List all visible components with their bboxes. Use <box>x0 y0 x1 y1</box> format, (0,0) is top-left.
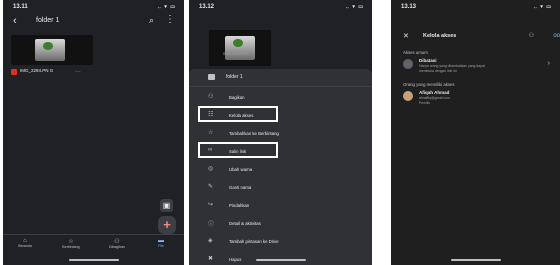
star-icon: ☆ <box>208 130 214 136</box>
file-info-row: IMG_2294.PN G … <box>11 68 93 83</box>
person-row[interactable]: Afiqah Ahmad afmaffiq@gmail.com Pemilik <box>403 90 552 108</box>
menu-label: Ganti nama <box>229 185 252 190</box>
section-label-people: Orang yang memiliki akses <box>403 82 455 87</box>
folder-icon <box>208 74 215 80</box>
search-icon[interactable]: ⌕ <box>149 15 154 26</box>
file-thumbnail <box>11 35 93 65</box>
access-level: Dibatasi <box>419 58 437 63</box>
add-person-icon[interactable]: ⚇ <box>529 32 534 39</box>
access-description: Hanya orang yang ditambahkan yang dapat <box>419 64 485 68</box>
nav-item-dibagikan[interactable]: ⚇ Dibagikan <box>99 238 135 249</box>
nav-item-file[interactable]: ▬ File <box>143 238 179 248</box>
status-bar: 13.13 ‥ ▾ ▭ <box>399 4 552 12</box>
section-label-general-access: Akses umum <box>403 50 428 55</box>
menu-label: Bagikan <box>229 95 245 100</box>
person-name: Afiqah Ahmad <box>419 90 450 95</box>
file-name: IMG_2294.PN G <box>20 68 54 73</box>
move-icon: ↪ <box>208 202 214 208</box>
page-title: Kelola akses <box>423 33 457 39</box>
status-icons: ‥ ▾ ▭ <box>157 4 176 10</box>
page-title: folder 1 <box>36 17 60 24</box>
status-time: 13.13 <box>401 4 417 10</box>
menu-item-berbintang[interactable]: ☆ Tambahkan ke Berbintang <box>189 125 372 143</box>
access-description-line2: membuka dengan link ini <box>419 68 457 73</box>
highlight-box-salin-link <box>198 142 278 158</box>
menu-label: Tambahkan ke Berbintang <box>229 131 279 136</box>
highlight-box-kelola-akses <box>198 106 278 122</box>
menu-label: Detail & aktivitas <box>229 221 261 226</box>
status-time: 13.11 <box>13 4 28 10</box>
new-button[interactable]: + <box>158 216 176 234</box>
scan-button[interactable]: ▣ <box>160 199 173 212</box>
pencil-icon: ✎ <box>208 184 214 190</box>
share-icon: ⚇ <box>208 94 214 100</box>
top-app-bar: ‹ folder 1 ⌕ ⋮ <box>3 14 184 30</box>
file-name: IMG_2294.PN <box>223 51 249 56</box>
home-indicator <box>68 259 119 261</box>
image-preview <box>35 39 65 61</box>
file-card[interactable]: IMG_2294.PN G … <box>11 35 93 85</box>
menu-label: Hapus <box>229 257 242 262</box>
phone-screen-manage-access: 13.13 ‥ ▾ ▭ ✕ Kelola akses ⚇ oo Akses um… <box>391 0 560 265</box>
lock-icon <box>403 59 413 69</box>
person-email: afmaffiq@gmail.com <box>419 96 450 100</box>
chevron-right-icon: › <box>547 60 550 67</box>
general-access-row[interactable]: Dibatasi Hanya orang yang ditambahkan ya… <box>403 58 552 76</box>
image-preview <box>225 36 255 60</box>
home-indicator <box>450 259 501 261</box>
sheet-header: folder 1 <box>189 69 372 87</box>
back-arrow-icon[interactable]: ‹ <box>13 15 17 27</box>
menu-item-ganti-nama[interactable]: ✎ Ganti nama <box>189 179 372 197</box>
star-icon: ☆ <box>68 239 74 245</box>
drive-shortcut-icon: ◈ <box>208 238 213 244</box>
status-bar: 13.11 ‥ ▾ ▭ <box>11 4 176 12</box>
file-more-icon[interactable]: … <box>75 68 81 74</box>
menu-item-detail[interactable]: ⓘ Detail & aktivitas <box>189 215 372 233</box>
nav-item-berbintang[interactable]: ☆ Berbintang <box>53 238 89 249</box>
status-bar: 13.12 ‥ ▾ ▭ <box>197 4 364 12</box>
menu-label: Tambah pintasan ke Drive <box>229 239 279 244</box>
bottom-navigation: ⌂ Beranda ☆ Berbintang ⚇ Dibagikan ▬ Fil… <box>3 234 184 254</box>
people-icon: ⚇ <box>114 239 120 245</box>
palette-icon: ◎ <box>208 166 214 172</box>
home-indicator <box>255 259 306 261</box>
avatar <box>403 91 413 101</box>
info-icon: ⓘ <box>208 222 215 228</box>
menu-item-tambah-pintasan[interactable]: ◈ Tambah pintasan ke Drive <box>189 233 372 251</box>
top-app-bar: ✕ Kelola akses ⚇ oo <box>391 32 560 44</box>
delete-icon: ✖ <box>208 256 214 262</box>
menu-item-bagikan[interactable]: ⚇ Bagikan <box>189 89 372 107</box>
menu-item-ubah-warna[interactable]: ◎ Ubah warna <box>189 161 372 179</box>
phone-screen-menu: 13.12 ‥ ▾ ▭ IMG_2294.PN folder 1 ⚇ Bagik… <box>189 0 372 265</box>
sheet-title: folder 1 <box>226 74 243 80</box>
image-file-icon <box>11 69 17 75</box>
file-thumbnail <box>209 30 271 66</box>
person-role: Pemilik <box>419 100 430 105</box>
truncated-action[interactable]: oo <box>553 33 560 39</box>
menu-label: Ubah warna <box>229 167 253 172</box>
status-time: 13.12 <box>199 4 215 10</box>
nav-item-beranda[interactable]: ⌂ Beranda <box>7 238 43 248</box>
bottom-sheet-menu: folder 1 ⚇ Bagikan ☷ Kelola akses ☆ Tamb… <box>189 69 372 265</box>
nav-label: Beranda <box>18 244 32 248</box>
more-options-icon[interactable]: ⋮ <box>165 14 175 25</box>
nav-label: File <box>158 244 164 248</box>
menu-item-hapus[interactable]: ✖ Hapus <box>189 251 372 265</box>
close-icon[interactable]: ✕ <box>403 32 409 40</box>
phone-screen-folder: 13.11 ‥ ▾ ▭ ‹ folder 1 ⌕ ⋮ IMG_2294.PN G… <box>3 0 184 265</box>
status-icons: ‥ ▾ ▭ <box>533 4 552 10</box>
nav-label: Berbintang <box>62 245 80 249</box>
menu-item-pindahkan[interactable]: ↪ Pindahkan <box>189 197 372 215</box>
menu-label: Pindahkan <box>229 203 250 208</box>
nav-label: Dibagikan <box>109 245 125 249</box>
status-icons: ‥ ▾ ▭ <box>345 4 364 10</box>
